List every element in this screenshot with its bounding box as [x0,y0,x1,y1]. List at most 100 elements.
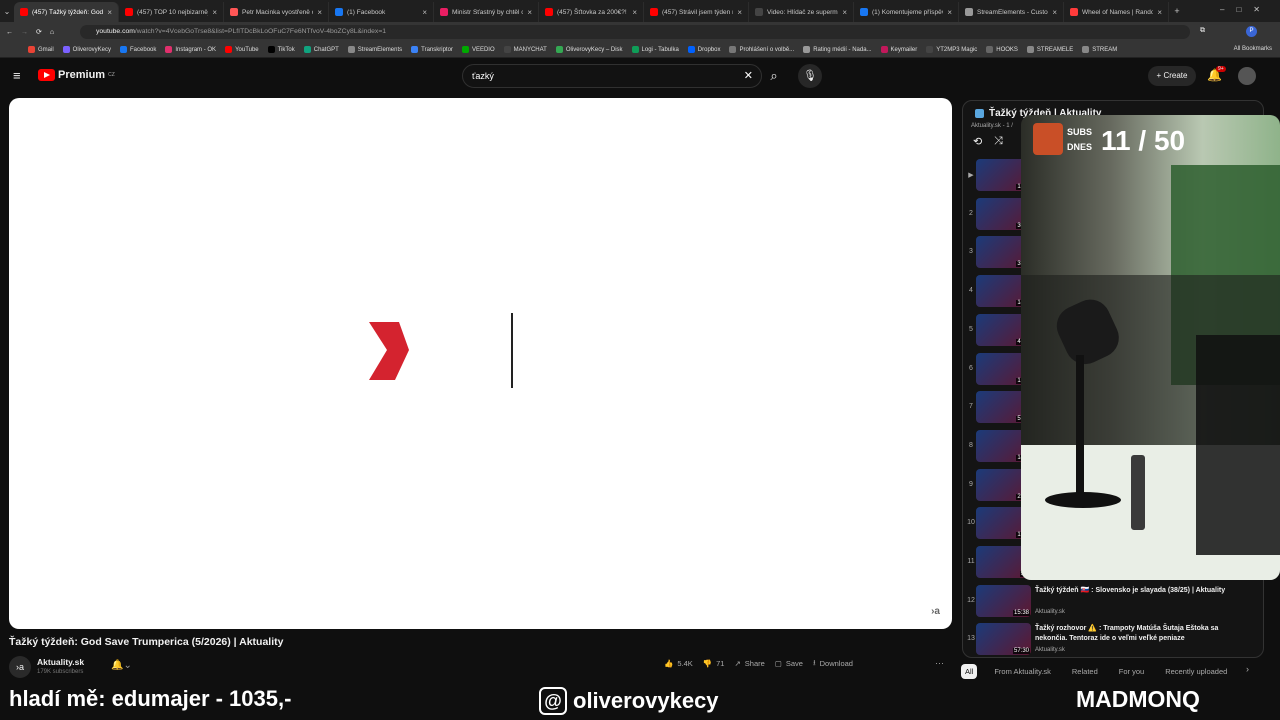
channel-name[interactable]: Aktuality.sk [37,657,84,667]
browser-tab[interactable]: (457) Strávil jsem týden m × [644,2,749,22]
close-tab-icon[interactable]: × [107,8,112,17]
browser-tab[interactable]: Wheel of Names | Rando × [1064,2,1169,22]
bookmark-item[interactable]: Facebook [120,46,156,53]
bookmark-item[interactable]: YouTube [225,46,259,53]
close-tab-icon[interactable]: × [1157,8,1162,17]
chip-related[interactable]: Related [1068,664,1102,679]
bookmark-item[interactable]: Dropbox [687,46,720,53]
thumb-down-button[interactable]: 👎 71 [703,657,725,670]
chips-next-icon[interactable]: › [1246,664,1249,674]
bookmark-item[interactable]: ChatGPT [303,46,339,53]
close-tab-icon[interactable]: × [947,8,952,17]
bookmark-item[interactable]: Instagram - OK [165,46,216,53]
loop-icon[interactable]: ⟲ [973,135,982,148]
reload-icon[interactable]: ⟳ [36,28,42,36]
action-label: Save [785,659,803,668]
bell-icon[interactable]: 🔔⌄ [111,660,132,671]
bookmark-item[interactable]: STREAM [1082,46,1117,53]
url-field[interactable]: youtube.com/watch?v=4VcebGoTrse8&list=PL… [80,25,1190,39]
download-icon: ⭳ [812,658,816,667]
bookmark-icon [503,46,511,53]
browser-tab[interactable]: (457) TOP 10 nejbizarněji × [119,2,224,22]
url-host: youtube.com [96,28,135,35]
browser-tab[interactable]: Ministr Šťastný by chtěl c × [434,2,539,22]
playlist-thumbnail: 57:30 [976,623,1031,656]
thumb-up-button[interactable]: 👍 5.4K [664,657,693,670]
close-tab-icon[interactable]: × [317,8,322,17]
bookmark-item[interactable]: Transkriptor [411,46,453,53]
player-watermark: ›a [931,606,940,617]
action-label: 5.4K [677,659,693,668]
channel-avatar[interactable]: ›a [9,656,31,678]
browser-tab[interactable]: (457) Ťažký týždeň: God S × [14,2,119,22]
profile-avatar[interactable]: P [1246,26,1257,37]
chip-recently-uploaded[interactable]: Recently uploaded [1161,664,1231,679]
home-icon[interactable]: ⌂ [50,29,54,36]
browser-tab[interactable]: Video: Hlídač ze superma × [749,2,854,22]
account-avatar[interactable] [1238,67,1256,85]
playlist-item[interactable]: 12 15:38 Ťažký týždeň 🇸🇰 : Slovensko je sl… [963,584,1263,620]
extensions-icon[interactable]: ⧉ [1200,27,1205,35]
search-input[interactable]: ťazký ✕ [462,64,762,88]
close-tab-icon[interactable]: × [422,8,427,17]
close-tab-icon[interactable]: × [527,8,532,17]
bookmark-item[interactable]: StreamElements [347,46,402,53]
browser-tab[interactable]: StreamElements - Custom × [959,2,1064,22]
browser-tab[interactable]: (1) Komentujeme příspěv × [854,2,959,22]
download-button[interactable]: ⭳ Download [813,657,853,670]
bookmark-item[interactable]: Logi - Tabulka [631,46,679,53]
tab-search-icon[interactable]: ⌄ [0,7,14,16]
chip-all[interactable]: All [961,664,978,679]
clear-search-icon[interactable]: ✕ [744,65,753,87]
bookmark-item[interactable]: YT2MP3 Magic [926,46,977,53]
share-button[interactable]: ↗ Share [734,657,764,670]
playlist-item[interactable]: 13 57:30 Ťažký rozhovor ⚠️ : Trampoty Matú… [963,622,1263,657]
close-tab-icon[interactable]: × [1052,8,1057,17]
forward-icon[interactable]: → [21,29,28,36]
bookmark-item[interactable]: OliverovyKecy – Disk [555,46,623,53]
bookmark-item[interactable]: Rating médií - Nada... [803,46,872,53]
create-button[interactable]: + Create [1148,66,1196,86]
browser-tab[interactable]: Petr Macinka vyostřeně o × [224,2,329,22]
search-button[interactable]: ⌕ [762,64,786,88]
bookmark-icon [303,46,311,53]
bookmark-item[interactable]: TikTok [267,46,295,53]
tab-label: Wheel of Names | Rando [1082,8,1154,16]
chip-from-aktuality-sk[interactable]: From Aktuality.sk [990,664,1055,679]
playlist-thumbnail: 15:38 [976,584,1031,617]
video-player[interactable]: ›a [9,98,952,629]
window-controls[interactable]: –□✕ [1220,5,1272,14]
all-bookmarks[interactable]: All Bookmarks [1234,46,1272,52]
screen: ⌄ (457) Ťažký týždeň: God S × (457) TOP 10… [0,0,1280,720]
bookmark-label: TikTok [277,46,295,53]
notifications-button[interactable]: 🔔 9+ [1207,66,1226,82]
close-tab-icon[interactable]: × [632,8,637,17]
close-tab-icon[interactable]: × [842,8,847,17]
browser-tab[interactable]: (1) Facebook × [329,2,434,22]
bookmark-item[interactable]: STREAMELE [1026,46,1073,53]
back-icon[interactable]: ← [6,29,13,36]
new-tab-button[interactable]: + [1169,6,1185,16]
bookmark-item[interactable]: OliverovyKecy [62,46,111,53]
bookmark-item[interactable]: Gmail [28,46,54,53]
bookmark-icon [555,46,563,53]
voice-search-button[interactable]: 🎙 [798,64,822,88]
close-tab-icon[interactable]: × [212,8,217,17]
share-icon: ↗ [734,659,741,668]
bookmark-item[interactable]: Keymailer [880,46,917,53]
menu-icon[interactable]: ≡ [13,68,21,83]
chip-for-you[interactable]: For you [1115,664,1148,679]
shuffle-icon[interactable]: ⤨ [994,135,1003,148]
bookmark-item[interactable]: Prohlášení o volbě... [729,46,794,53]
browser-tab[interactable]: (457) Šťtovka za 200€?! 🎖 × [539,2,644,22]
social-handle: oliverovykecy [573,688,719,713]
bookmark-item[interactable]: VEEDIO [461,46,495,53]
save-button[interactable]: ▢ Save [775,657,803,670]
youtube-logo[interactable]: Premium CZ [38,69,115,81]
bookmark-item[interactable]: MANYCHAT [503,46,547,53]
bookmark-item[interactable]: HOOKS [986,46,1018,53]
close-tab-icon[interactable]: × [737,8,742,17]
bookmark-label: MANYCHAT [513,46,547,53]
more-actions-button[interactable]: ··· [935,658,944,668]
bookmark-label: VEEDIO [471,46,495,53]
